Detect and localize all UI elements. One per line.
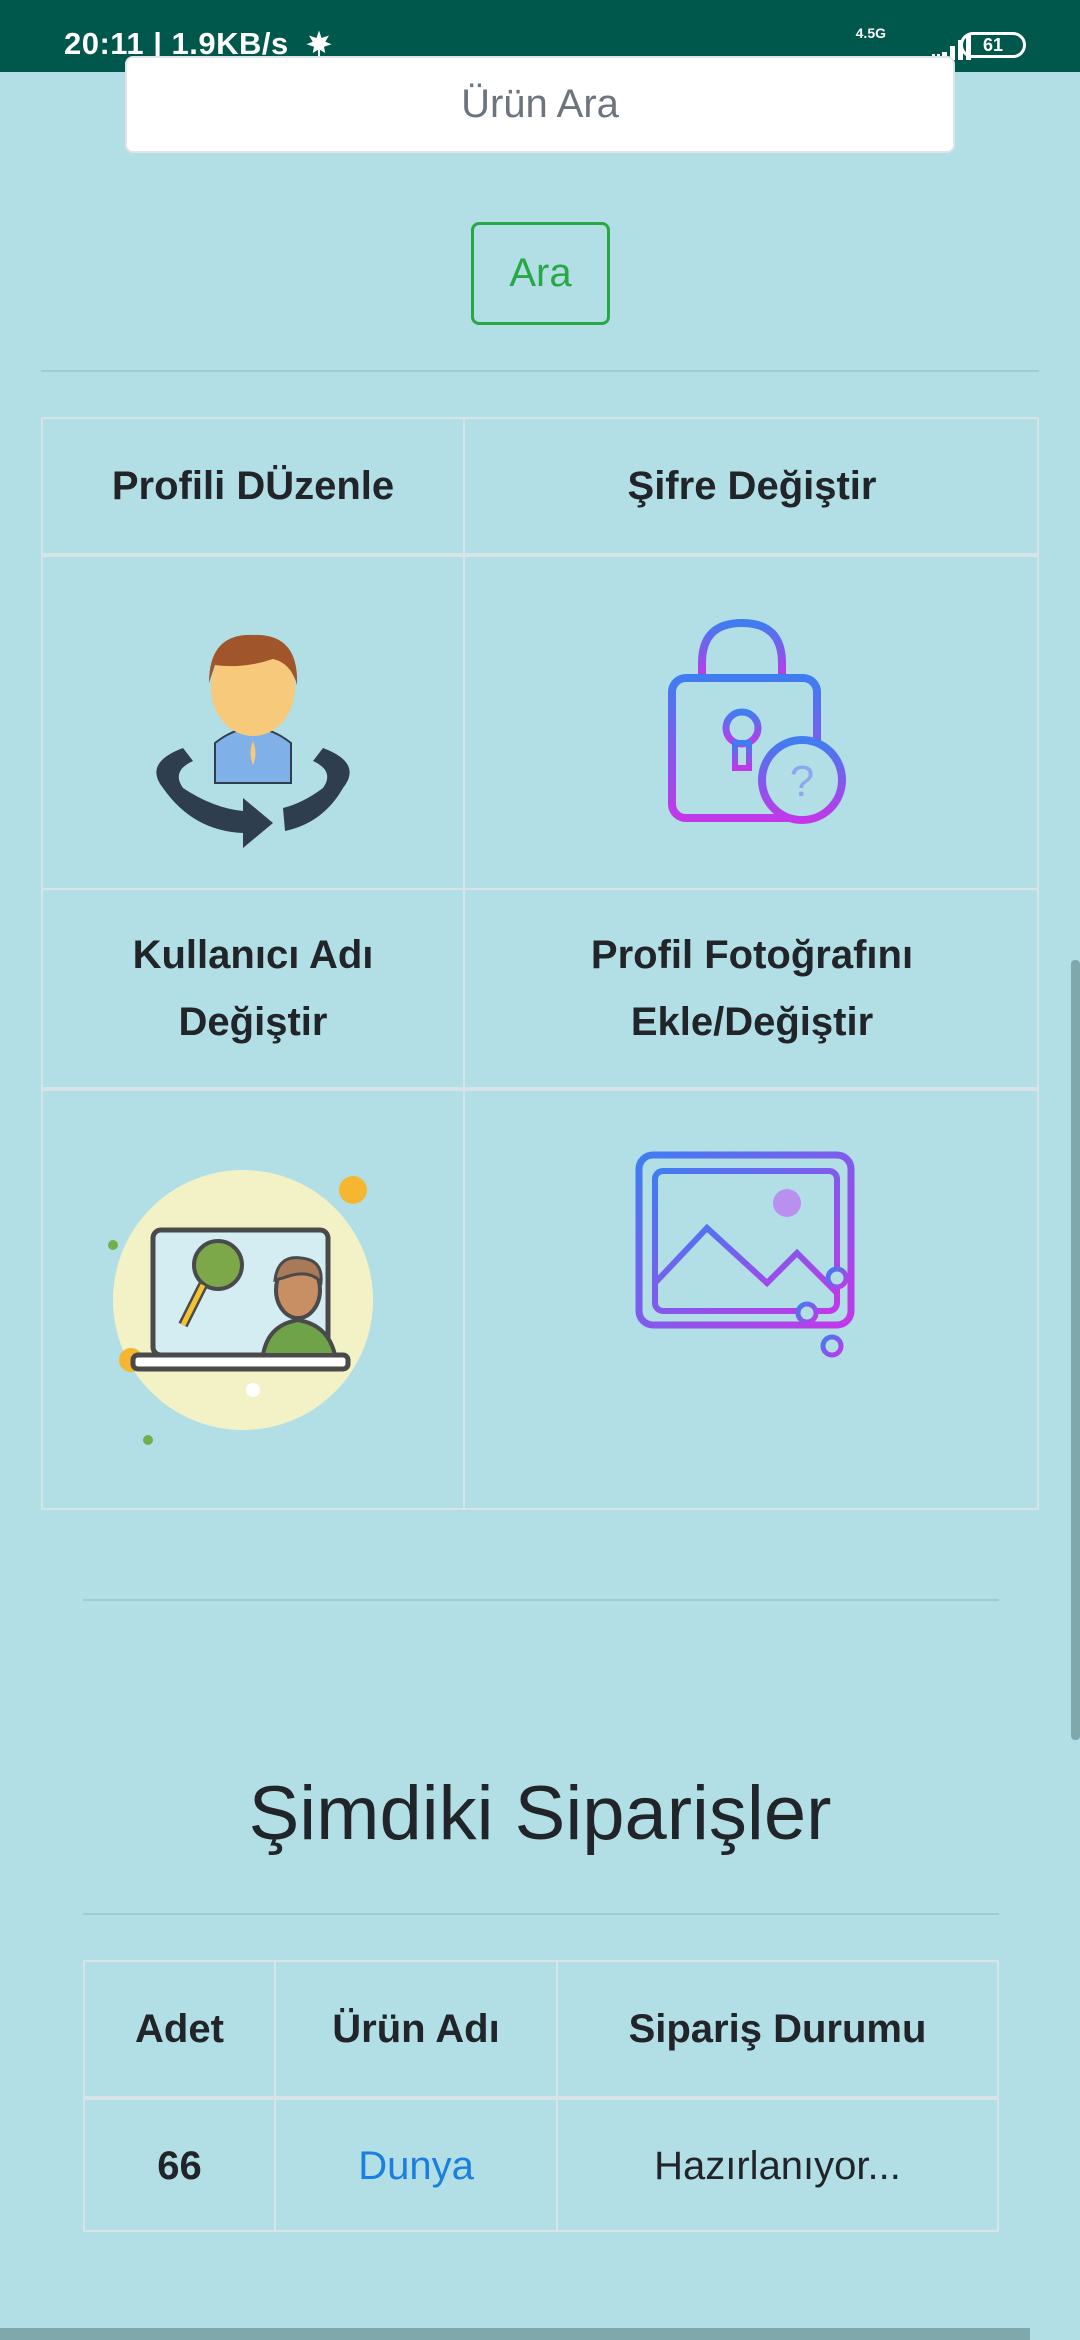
- order-quantity: 66: [157, 2143, 202, 2188]
- user-rotate-icon: [156, 634, 350, 848]
- profile-photo-icon-cell[interactable]: [465, 1091, 1039, 1508]
- change-password-icon-cell[interactable]: ?: [465, 557, 1039, 888]
- order-status: Hazırlanıyor...: [654, 2143, 901, 2188]
- change-username-icon-cell[interactable]: [43, 1091, 463, 1508]
- image-settings-icon: [635, 1135, 862, 1358]
- change-password-label: Şifre Değiştir: [627, 463, 877, 508]
- order-product-link[interactable]: Dunya: [276, 2100, 556, 2232]
- divider: [41, 370, 1039, 372]
- change-username-label-line2: Değiştir: [178, 999, 328, 1044]
- edit-profile-link[interactable]: Profili DÜzenle: [43, 419, 463, 553]
- column-header-quantity: Adet: [135, 2006, 224, 2051]
- divider: [83, 1913, 999, 1915]
- profile-photo-link[interactable]: Profil Fotoğrafını Ekle/Değiştir: [465, 890, 1039, 1087]
- orders-table: Adet Ürün Adı Sipariş Durumu 66 Dunya Ha…: [83, 1960, 999, 2232]
- change-username-label-line1: Kullanıcı Adı: [132, 932, 374, 977]
- lock-question-icon: ?: [668, 618, 846, 824]
- battery-indicator: 61: [960, 32, 1026, 58]
- profile-settings-grid: Profili DÜzenle Şifre Değiştir ? Kullanı…: [41, 417, 1039, 1510]
- svg-text:?: ?: [790, 757, 814, 806]
- profile-photo-label-line1: Profil Fotoğrafını: [590, 932, 914, 977]
- edit-profile-label: Profili DÜzenle: [111, 463, 395, 508]
- column-header-status: Sipariş Durumu: [628, 2006, 927, 2051]
- video-call-icon: [108, 1169, 373, 1445]
- profile-photo-label-line2: Ekle/Değiştir: [630, 999, 874, 1044]
- search-button[interactable]: Ara: [471, 222, 610, 325]
- edit-profile-icon-cell[interactable]: [43, 557, 463, 888]
- scrollbar[interactable]: [1071, 960, 1080, 1740]
- product-search-input[interactable]: Ürün Ara: [125, 56, 955, 153]
- horizontal-scrollbar[interactable]: [0, 2328, 1030, 2340]
- network-type: 4.5G: [855, 25, 886, 41]
- current-orders-title: Şimdiki Siparişler: [248, 1771, 832, 1856]
- change-username-link[interactable]: Kullanıcı Adı Değiştir: [43, 890, 463, 1087]
- column-header-product: Ürün Adı: [332, 2006, 500, 2051]
- change-password-link[interactable]: Şifre Değiştir: [465, 419, 1039, 553]
- leaf-icon: [306, 30, 332, 57]
- divider: [83, 1599, 999, 1601]
